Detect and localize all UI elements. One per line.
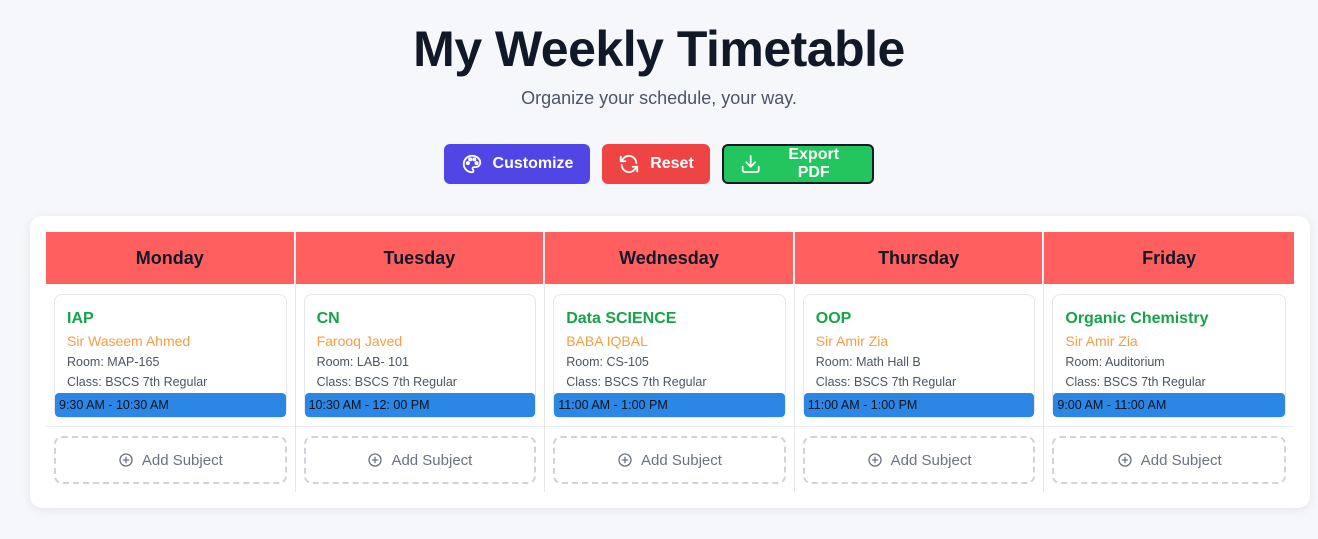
class-text: Class: BSCS 7th Regular — [566, 375, 707, 389]
refresh-icon — [620, 155, 639, 173]
plus-circle-icon — [1118, 453, 1132, 467]
reset-label: Reset — [650, 155, 694, 172]
time-bar: 11:00 AM - 1:00 PM — [554, 393, 785, 417]
plus-circle-icon — [618, 453, 632, 467]
subject-card[interactable]: IAP Sir Waseem Ahmed Room: MAP-165 Class… — [54, 294, 287, 418]
class-text: Class: BSCS 7th Regular — [67, 375, 208, 389]
add-subject-label: Add Subject — [141, 451, 223, 469]
row-divider — [1044, 426, 1294, 427]
plus-circle-icon — [867, 453, 882, 467]
subject-card[interactable]: CN Farooq Javed Room: LAB- 101 Class: BS… — [303, 294, 537, 418]
customize-label: Customize — [492, 155, 574, 172]
day-header: Friday — [1044, 232, 1294, 284]
action-bar: Customize Reset Export PDF — [0, 144, 1318, 184]
day-header: Monday — [46, 232, 295, 284]
palette-icon — [462, 154, 481, 174]
teacher-name: Sir Amir Zia — [815, 333, 889, 349]
add-subject-button[interactable]: Add Subject — [54, 436, 287, 484]
export-label: Export PDF — [788, 146, 840, 181]
subject-card[interactable]: OOP Sir Amir Zia Room: Math Hall B Class… — [802, 294, 1036, 418]
subject-card[interactable]: Organic Chemistry Sir Amir Zia Room: Aud… — [1052, 294, 1286, 418]
room-text: Room: MAP-165 — [67, 355, 160, 369]
time-bar: 10:30 AM - 12: 00 PM — [304, 393, 536, 417]
day-column-tuesday: Tuesday CN Farooq Javed Room: LAB- 101 C… — [295, 232, 546, 492]
add-subject-button[interactable]: Add Subject — [303, 436, 537, 484]
add-subject-button[interactable]: Add Subject — [802, 436, 1036, 484]
timetable-card: Monday IAP Sir Waseem Ahmed Room: MAP-16… — [30, 216, 1310, 508]
day-header: Wednesday — [545, 232, 794, 284]
page-subtitle: Organize your schedule, your way. — [521, 88, 797, 108]
timetable-grid: Monday IAP Sir Waseem Ahmed Room: MAP-16… — [46, 232, 1294, 492]
add-subject-label: Add Subject — [1140, 451, 1222, 469]
subject-name: OOP — [815, 310, 852, 327]
teacher-name: Sir Waseem Ahmed — [67, 333, 191, 349]
add-subject-label: Add Subject — [641, 451, 722, 469]
row-divider — [545, 426, 794, 427]
row-divider — [794, 426, 1044, 427]
export-pdf-button[interactable]: Export PDF — [722, 144, 874, 184]
customize-button[interactable]: Customize — [444, 144, 590, 184]
room-text: Room: LAB- 101 — [316, 355, 410, 369]
add-subject-button[interactable]: Add Subject — [553, 436, 786, 484]
class-text: Class: BSCS 7th Regular — [815, 375, 957, 389]
row-divider — [46, 426, 295, 427]
subject-card[interactable]: Data SCIENCE BABA IQBAL Room: CS-105 Cla… — [553, 294, 786, 418]
subject-name: Organic Chemistry — [1065, 310, 1209, 327]
day-column-friday: Friday Organic Chemistry Sir Amir Zia Ro… — [1044, 232, 1294, 492]
add-subject-label: Add Subject — [391, 451, 473, 469]
time-bar: 9:30 AM - 10:30 AM — [55, 393, 286, 417]
room-text: Room: Math Hall B — [815, 355, 921, 369]
teacher-name: Sir Amir Zia — [1065, 333, 1138, 349]
page-title: My Weekly Timetable — [413, 21, 905, 77]
plus-circle-icon — [119, 453, 133, 467]
reset-button[interactable]: Reset — [602, 144, 710, 184]
timetable-page: My Weekly Timetable Organize your schedu… — [0, 0, 1318, 539]
room-text: Room: CS-105 — [566, 355, 649, 369]
subject-name: IAP — [67, 310, 94, 327]
time-bar: 11:00 AM - 1:00 PM — [803, 393, 1035, 417]
teacher-name: BABA IQBAL — [566, 333, 648, 349]
download-icon — [741, 155, 760, 173]
subject-name: CN — [316, 310, 340, 327]
teacher-name: Farooq Javed — [316, 333, 403, 349]
day-column-thursday: Thursday OOP Sir Amir Zia Room: Math Hal… — [794, 232, 1045, 492]
room-text: Room: Auditorium — [1065, 355, 1165, 369]
day-header: Tuesday — [295, 232, 545, 284]
row-divider — [295, 426, 545, 427]
day-column-wednesday: Wednesday Data SCIENCE BABA IQBAL Room: … — [545, 232, 795, 492]
add-subject-label: Add Subject — [890, 451, 972, 469]
plus-circle-icon — [368, 453, 383, 467]
day-header: Thursday — [794, 232, 1044, 284]
class-text: Class: BSCS 7th Regular — [316, 375, 457, 389]
add-subject-button[interactable]: Add Subject — [1052, 436, 1286, 484]
subject-name: Data SCIENCE — [566, 310, 677, 327]
time-bar: 9:00 AM - 11:00 AM — [1053, 393, 1285, 417]
class-text: Class: BSCS 7th Regular — [1065, 375, 1206, 389]
day-column-monday: Monday IAP Sir Waseem Ahmed Room: MAP-16… — [46, 232, 296, 492]
